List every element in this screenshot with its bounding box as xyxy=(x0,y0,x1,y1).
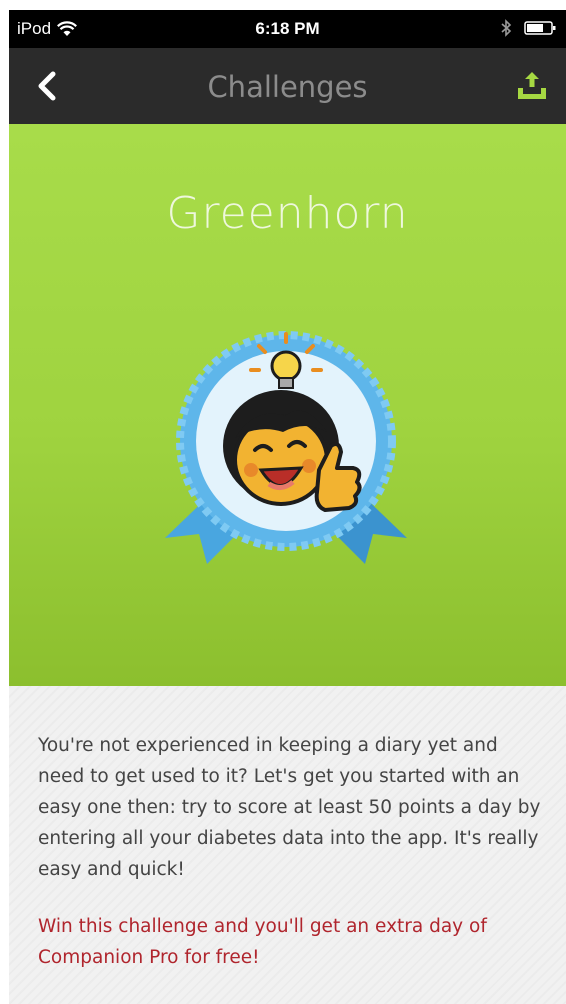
battery-icon xyxy=(524,20,556,36)
greenhorn-badge-icon xyxy=(155,320,417,582)
status-bar: iPod 6:18 PM xyxy=(9,10,566,48)
status-right xyxy=(500,19,556,37)
bluetooth-icon xyxy=(500,19,512,37)
challenge-details: You're not experienced in keeping a diar… xyxy=(9,686,566,1004)
status-time: 6:18 PM xyxy=(255,19,320,38)
navigation-bar: Challenges xyxy=(9,48,566,124)
challenge-description: You're not experienced in keeping a diar… xyxy=(38,735,541,880)
challenge-reward: Win this challenge and you'll get an ext… xyxy=(38,916,487,968)
sync-button[interactable] xyxy=(512,66,552,106)
challenge-title: Greenhorn xyxy=(166,188,409,239)
challenge-hero: Greenhorn xyxy=(9,124,566,686)
upload-tray-icon xyxy=(518,72,546,99)
app-screen: iPod 6:18 PM Challenges Greenhorn You're… xyxy=(9,10,566,1004)
nav-title: Challenges xyxy=(207,70,368,104)
